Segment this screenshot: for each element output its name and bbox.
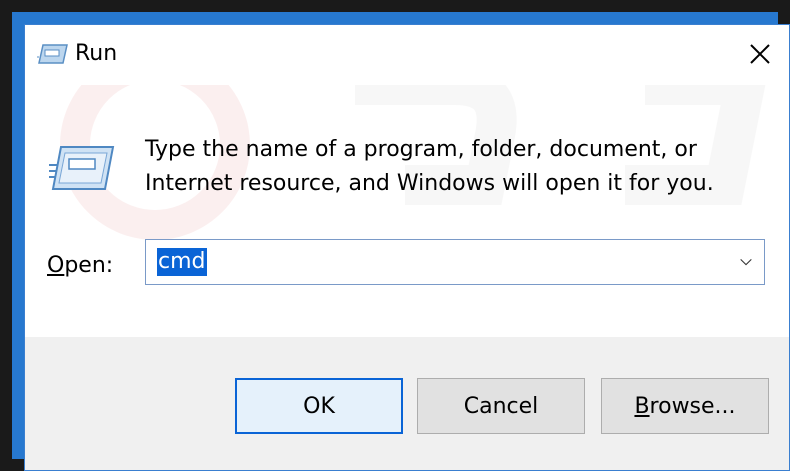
open-input-selected-text[interactable]: cmd (157, 248, 207, 276)
description-text: Type the name of a program, folder, docu… (145, 133, 765, 201)
close-button[interactable] (731, 25, 789, 83)
open-label-accelerator: O (47, 253, 65, 278)
close-icon (750, 44, 770, 64)
description-line-1: Type the name of a program, folder, docu… (145, 137, 697, 162)
dropdown-button[interactable] (734, 250, 758, 274)
browse-button[interactable]: Browse... (601, 378, 769, 434)
cancel-button[interactable]: Cancel (417, 378, 585, 434)
window-title: Run (75, 41, 118, 66)
description-line-2: Internet resource, and Windows will open… (145, 171, 714, 196)
run-window: Run Type the name of a program, folder, … (0, 0, 790, 471)
open-combobox[interactable]: cmd (145, 239, 765, 285)
open-label: Open: (47, 253, 113, 278)
button-bar: OK Cancel Browse... (25, 337, 789, 470)
title-bar: Run (25, 25, 789, 85)
browse-label-rest: rowse... (649, 393, 736, 419)
chevron-down-icon (740, 258, 752, 266)
browse-accelerator: B (634, 393, 650, 419)
open-label-rest: pen: (64, 253, 114, 278)
ok-button[interactable]: OK (235, 378, 403, 434)
run-dialog: Run Type the name of a program, folder, … (24, 24, 790, 471)
run-icon (37, 44, 68, 64)
run-program-icon (49, 146, 115, 190)
